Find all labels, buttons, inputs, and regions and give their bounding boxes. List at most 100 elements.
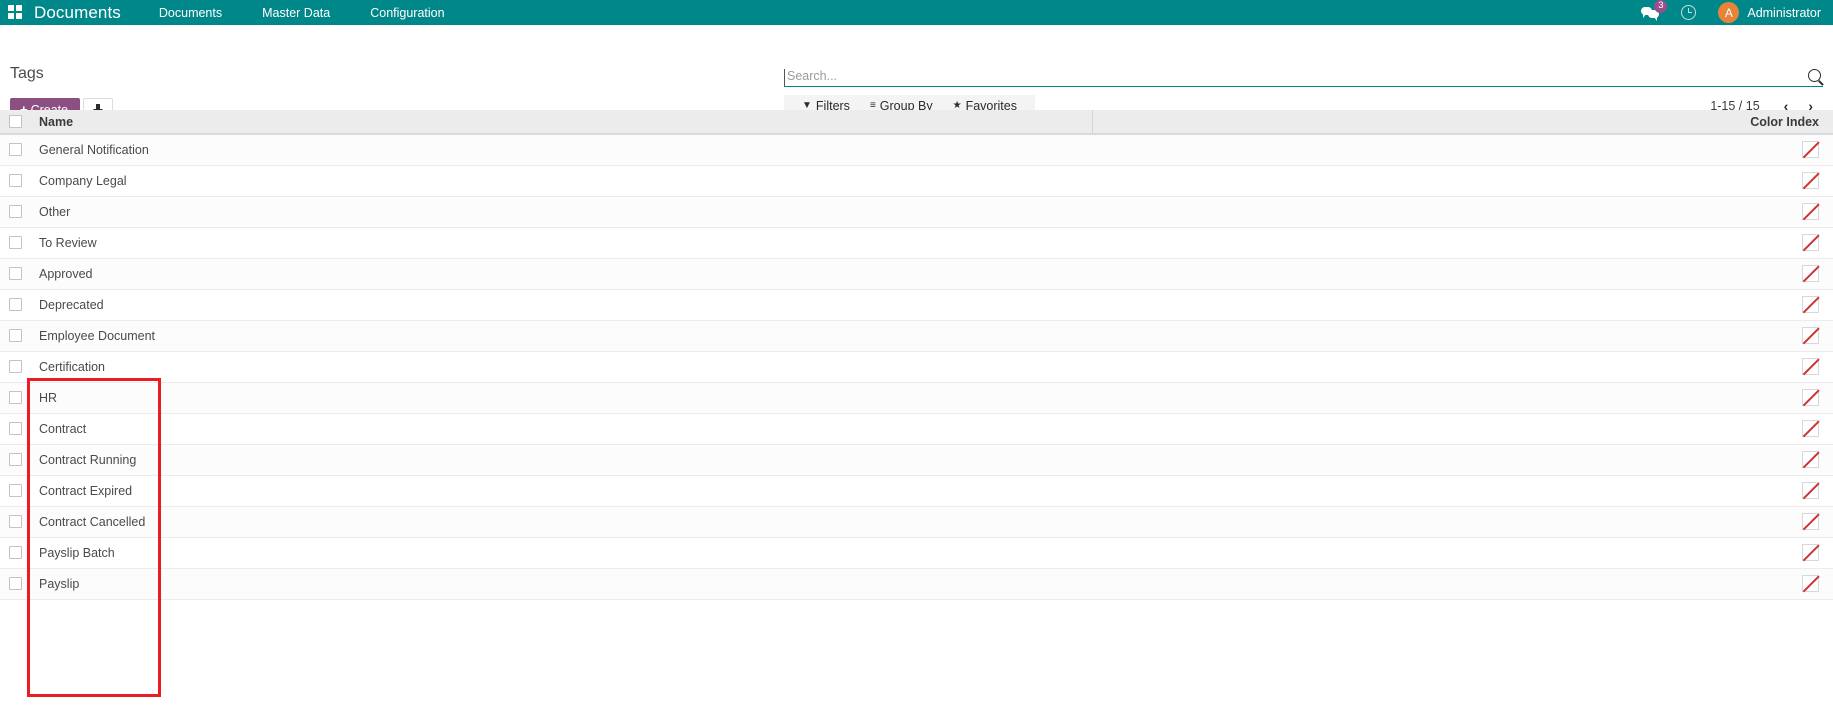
cell-color-index[interactable] — [1093, 227, 1833, 259]
table-row[interactable]: Contract Expired — [0, 475, 1833, 507]
messages-button[interactable]: 3 — [1641, 0, 1668, 21]
row-checkbox[interactable] — [9, 205, 22, 218]
row-checkbox[interactable] — [9, 577, 22, 590]
column-header-color-index[interactable]: Color Index — [1093, 110, 1833, 135]
cell-name[interactable]: Employee Document — [28, 320, 1092, 352]
no-color-swatch-icon[interactable] — [1802, 172, 1819, 189]
row-select-cell — [0, 289, 28, 321]
row-checkbox[interactable] — [9, 515, 22, 528]
no-color-swatch-icon[interactable] — [1802, 451, 1819, 468]
no-color-swatch-icon[interactable] — [1802, 389, 1819, 406]
row-select-cell — [0, 165, 28, 197]
cell-name[interactable]: Other — [28, 196, 1092, 228]
row-select-cell — [0, 196, 28, 228]
row-checkbox[interactable] — [9, 298, 22, 311]
cell-color-index[interactable] — [1093, 444, 1833, 476]
table-row[interactable]: Other — [0, 196, 1833, 228]
row-select-cell — [0, 475, 28, 507]
search-input[interactable] — [784, 69, 1800, 86]
cell-name[interactable]: Contract Running — [28, 444, 1092, 476]
cell-name[interactable]: Payslip — [28, 568, 1092, 600]
cell-name[interactable]: HR — [28, 382, 1092, 414]
search-icon[interactable] — [1808, 69, 1821, 82]
table-row[interactable]: Payslip Batch — [0, 537, 1833, 569]
cell-color-index[interactable] — [1093, 320, 1833, 352]
row-checkbox[interactable] — [9, 267, 22, 280]
search-area: ▼ Filters ≡ Group By ★ Favorites 1-15 / … — [784, 63, 1823, 117]
cell-color-index[interactable] — [1093, 196, 1833, 228]
cell-color-index[interactable] — [1093, 134, 1833, 166]
menu-item-master-data[interactable]: Master Data — [262, 6, 330, 20]
cell-color-index[interactable] — [1093, 165, 1833, 197]
no-color-swatch-icon[interactable] — [1802, 513, 1819, 530]
row-checkbox[interactable] — [9, 546, 22, 559]
app-brand-title[interactable]: Documents — [34, 3, 121, 23]
no-color-swatch-icon[interactable] — [1802, 265, 1819, 282]
table-row[interactable]: Contract — [0, 413, 1833, 445]
menu-item-configuration[interactable]: Configuration — [370, 6, 444, 20]
row-checkbox[interactable] — [9, 453, 22, 466]
row-checkbox[interactable] — [9, 484, 22, 497]
cell-name[interactable]: To Review — [28, 227, 1092, 259]
no-color-swatch-icon[interactable] — [1802, 327, 1819, 344]
cell-color-index[interactable] — [1093, 475, 1833, 507]
no-color-swatch-icon[interactable] — [1802, 203, 1819, 220]
no-color-swatch-icon[interactable] — [1802, 296, 1819, 313]
cell-color-index[interactable] — [1093, 382, 1833, 414]
cell-name[interactable]: Deprecated — [28, 289, 1092, 321]
table-row[interactable]: Approved — [0, 258, 1833, 290]
table-body: General Notification Company Legal Other To… — [0, 134, 1833, 600]
table-row[interactable]: Employee Document — [0, 320, 1833, 352]
table-row[interactable]: Certification — [0, 351, 1833, 383]
no-color-swatch-icon[interactable] — [1802, 141, 1819, 159]
table-row[interactable]: HR — [0, 382, 1833, 414]
cell-color-index[interactable] — [1093, 537, 1833, 569]
cell-color-index[interactable] — [1093, 289, 1833, 321]
row-checkbox[interactable] — [9, 143, 22, 157]
cell-name[interactable]: Company Legal — [28, 165, 1092, 197]
menu-item-documents[interactable]: Documents — [159, 6, 222, 20]
no-color-swatch-icon[interactable] — [1802, 420, 1819, 437]
row-checkbox[interactable] — [9, 391, 22, 404]
apps-grid-square — [16, 12, 22, 19]
row-checkbox[interactable] — [9, 329, 22, 342]
no-color-swatch-icon[interactable] — [1802, 482, 1819, 499]
cell-name[interactable]: Certification — [28, 351, 1092, 383]
row-checkbox[interactable] — [9, 360, 22, 373]
table-row[interactable]: Contract Cancelled — [0, 506, 1833, 538]
table-row[interactable]: Company Legal — [0, 165, 1833, 197]
row-select-cell — [0, 506, 28, 538]
table-row[interactable]: Contract Running — [0, 444, 1833, 476]
select-all-header — [0, 110, 28, 135]
cell-name[interactable]: Contract — [28, 413, 1092, 445]
cell-name[interactable]: Payslip Batch — [28, 537, 1092, 569]
table-row[interactable]: Deprecated — [0, 289, 1833, 321]
cell-name[interactable]: Contract Expired — [28, 475, 1092, 507]
cell-name[interactable]: Approved — [28, 258, 1092, 290]
cell-name[interactable]: Contract Cancelled — [28, 506, 1092, 538]
no-color-swatch-icon[interactable] — [1802, 358, 1819, 375]
table-row[interactable]: Payslip — [0, 568, 1833, 600]
search-box[interactable] — [784, 63, 1823, 87]
row-checkbox[interactable] — [9, 236, 22, 249]
row-checkbox[interactable] — [9, 174, 22, 187]
cell-color-index[interactable] — [1093, 258, 1833, 290]
cell-color-index[interactable] — [1093, 568, 1833, 600]
no-color-swatch-icon[interactable] — [1802, 544, 1819, 561]
row-checkbox[interactable] — [9, 422, 22, 435]
table-row[interactable]: To Review — [0, 227, 1833, 259]
clock-icon[interactable] — [1681, 5, 1697, 20]
table-row[interactable]: General Notification — [0, 134, 1833, 166]
cell-color-index[interactable] — [1093, 413, 1833, 445]
avatar[interactable]: A — [1718, 2, 1740, 23]
cell-name[interactable]: General Notification — [28, 134, 1092, 166]
cell-color-index[interactable] — [1093, 351, 1833, 383]
no-color-swatch-icon[interactable] — [1802, 234, 1819, 251]
cell-color-index[interactable] — [1093, 506, 1833, 538]
select-all-checkbox[interactable] — [9, 115, 22, 128]
no-color-swatch-icon[interactable] — [1802, 575, 1819, 592]
apps-grid-icon[interactable] — [8, 4, 24, 21]
row-select-cell — [0, 320, 28, 352]
column-header-name[interactable]: Name — [28, 110, 1092, 135]
user-menu-label[interactable]: Administrator — [1747, 6, 1821, 20]
